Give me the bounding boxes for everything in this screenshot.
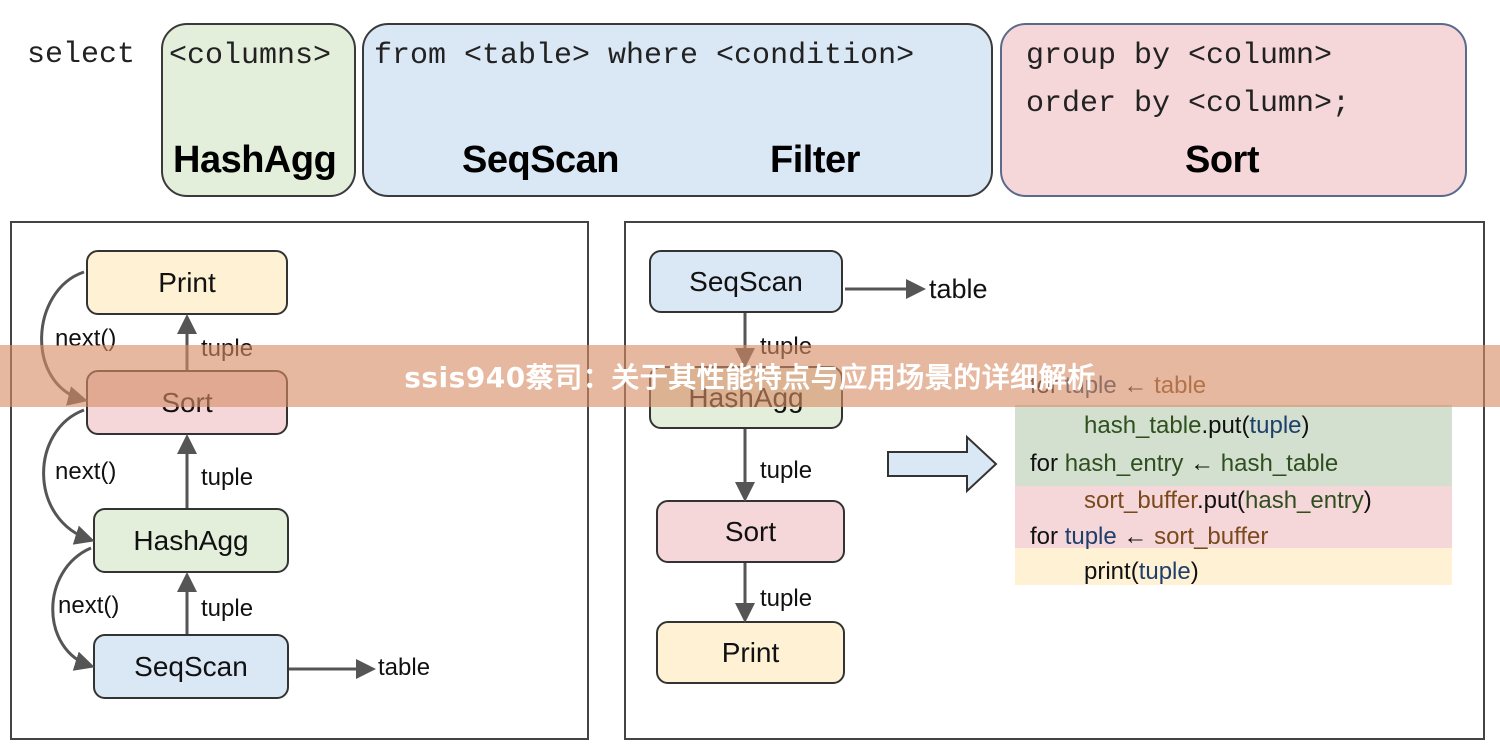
title-banner: ssis940蔡司：关于其性能特点与应用场景的详细解析 [0, 345, 1500, 407]
title-banner-text: ssis940蔡司：关于其性能特点与应用场景的详细解析 [404, 361, 1096, 394]
left-next-arrow-sort-to-hashagg [42, 408, 95, 545]
left-next-arrow-hashagg-to-seqscan [51, 546, 95, 671]
transform-block-arrow-icon [887, 434, 998, 494]
